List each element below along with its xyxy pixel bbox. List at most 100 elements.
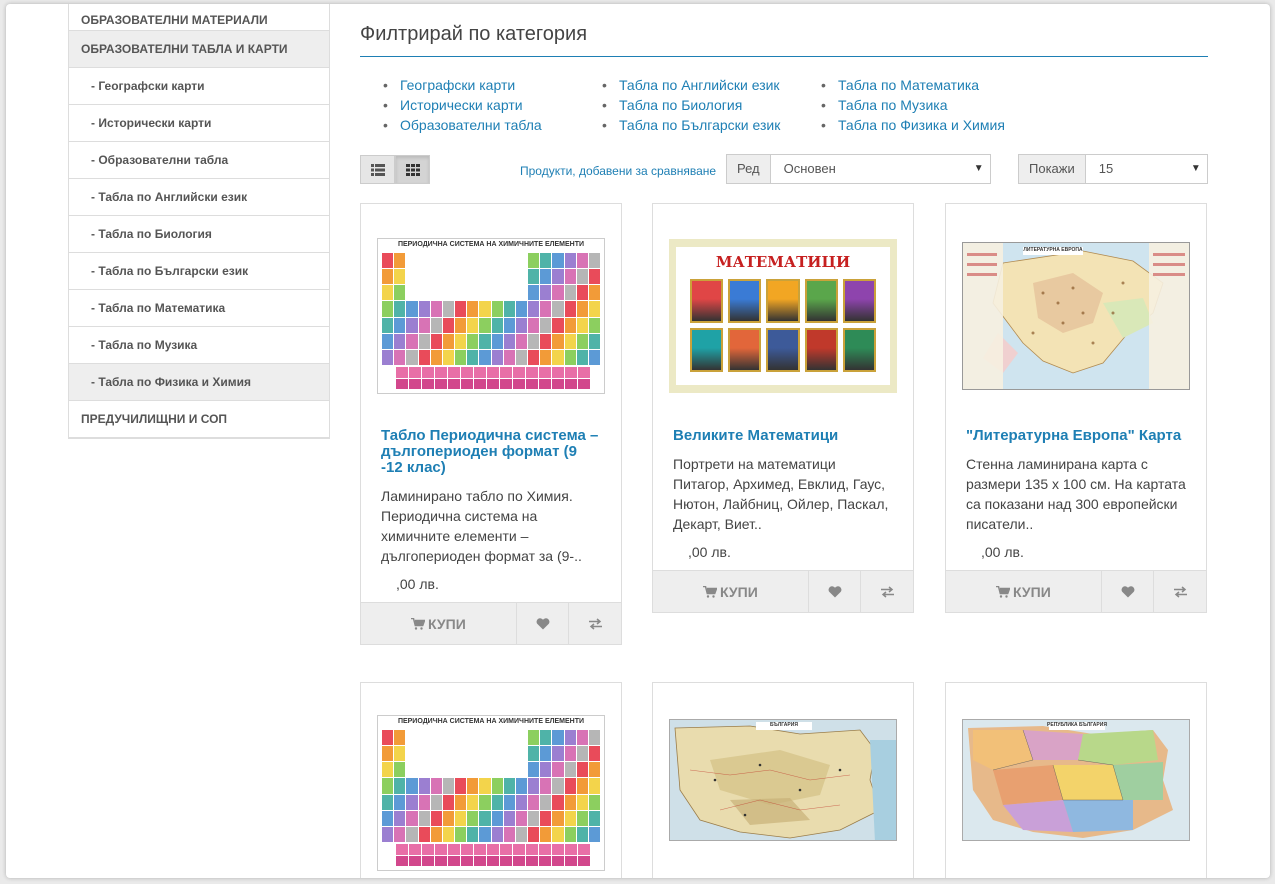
periodic-cells — [382, 253, 600, 365]
filter-link-bulgarian-boards[interactable]: Табла по Български език — [619, 117, 780, 133]
filter-item: Табла по Английски език — [601, 75, 820, 95]
element-cell — [513, 855, 525, 866]
element-cell — [443, 253, 454, 268]
limit-control: Покажи 15 ▼ — [1018, 154, 1208, 184]
sidebar-item-english-boards[interactable]: - Табла по Английски език — [69, 179, 329, 216]
product-name-link[interactable]: Табло Периодична система – дългопериоден… — [361, 428, 621, 476]
sidebar-item-boards-and-maps[interactable]: ОБРАЗОВАТЕЛНИ ТАБЛА И КАРТИ — [69, 31, 329, 68]
filter-link-english-boards[interactable]: Табла по Английски език — [619, 77, 780, 93]
element-cell — [516, 762, 527, 777]
element-cell — [394, 794, 406, 810]
element-cell — [576, 778, 588, 794]
compare-button[interactable] — [569, 603, 621, 644]
filter-link-physics-chemistry-boards[interactable]: Табла по Физика и Химия — [838, 117, 1005, 133]
element-cell — [564, 762, 576, 778]
chevron-down-icon: ▼ — [973, 163, 984, 174]
element-cell — [409, 855, 421, 866]
lanthanide-cells — [396, 844, 590, 866]
element-cell — [461, 855, 473, 866]
product-card: БЪЛГАРИЯ — [652, 682, 914, 878]
element-cell — [448, 855, 460, 866]
sidebar-item-bulgarian-boards[interactable]: - Табла по Български език — [69, 253, 329, 290]
filter-link-biology-boards[interactable]: Табла по Биология — [619, 97, 742, 113]
element-cell — [576, 333, 588, 349]
element-cell — [418, 810, 430, 826]
element-cell — [552, 778, 564, 794]
sidebar-item-historical-maps[interactable]: - Исторически карти — [69, 105, 329, 142]
sidebar-item-preschool[interactable]: ПРЕДУЧИЛИЩНИ И СОП — [69, 401, 329, 438]
element-cell — [419, 730, 430, 745]
wishlist-button[interactable] — [809, 571, 862, 612]
sidebar-item-physics-chemistry-boards[interactable]: - Табла по Физика и Химия — [69, 364, 329, 401]
product-description: Ламинирано табло по Химия. Периодична си… — [381, 488, 582, 564]
buy-button[interactable]: КУПИ — [946, 571, 1102, 612]
buy-button[interactable]: КУПИ — [361, 603, 517, 644]
sidebar-item-educational-materials[interactable]: ОБРАЗОВАТЕЛНИ МАТЕРИАЛИ — [69, 4, 329, 31]
element-cell — [382, 810, 394, 826]
portrait-grid — [690, 279, 876, 372]
element-cell — [455, 285, 466, 300]
list-view-button[interactable] — [360, 155, 395, 184]
sidebar-item-music-boards[interactable]: - Табла по Музика — [69, 327, 329, 364]
wishlist-button[interactable] — [1102, 571, 1155, 612]
element-cell — [539, 844, 551, 855]
product-name-link[interactable]: Великите Математици — [653, 428, 913, 444]
element-cell — [528, 826, 540, 842]
element-cell — [467, 285, 478, 300]
element-cell — [528, 301, 540, 317]
sort-select[interactable]: Основен ▼ — [770, 154, 991, 184]
limit-select[interactable]: 15 ▼ — [1085, 154, 1208, 184]
grid-view-button[interactable] — [395, 155, 430, 184]
product-name-link[interactable]: "Литературна Европа" Карта — [946, 428, 1206, 444]
element-cell — [540, 730, 552, 746]
element-cell — [455, 253, 466, 268]
product-image-link[interactable]: ПЕРИОДИЧНА СИСТЕМА НА ХИМИЧНИТЕ ЕЛЕМЕНТИ — [361, 683, 621, 878]
compare-button[interactable] — [861, 571, 913, 612]
compare-products-link[interactable]: Продукти, добавени за сравняване — [520, 164, 716, 178]
sidebar-item-geographic-maps[interactable]: - Географски карти — [69, 68, 329, 105]
portrait-tile — [766, 328, 800, 372]
element-cell — [576, 349, 588, 365]
filter-link-math-boards[interactable]: Табла по Математика — [838, 77, 979, 93]
sidebar-item-math-boards[interactable]: - Табла по Математика — [69, 290, 329, 327]
element-cell — [515, 810, 527, 826]
element-cell — [564, 794, 576, 810]
element-cell — [564, 253, 576, 269]
element-cell — [442, 810, 454, 826]
element-cell — [513, 367, 525, 378]
element-cell — [552, 301, 564, 317]
element-cell — [406, 730, 417, 745]
product-image-link[interactable]: РЕПУБЛИКА БЪЛГАРИЯ — [946, 683, 1206, 878]
element-cell — [394, 349, 406, 365]
element-cell — [419, 762, 430, 777]
buy-button[interactable]: КУПИ — [653, 571, 809, 612]
portrait-tile — [804, 328, 838, 372]
product-image-link[interactable]: ЛИТЕРАТУРНА ЕВРОПА — [946, 204, 1206, 428]
product-image-link[interactable]: ПЕРИОДИЧНА СИСТЕМА НА ХИМИЧНИТЕ ЕЛЕМЕНТИ — [361, 204, 621, 428]
sidebar-item-educational-boards[interactable]: - Образователни табла — [69, 142, 329, 179]
image-title: РЕПУБЛИКА БЪЛГАРИЯ — [1047, 722, 1107, 728]
filter-link-geographic-maps[interactable]: Географски карти — [400, 77, 515, 93]
element-cell — [431, 285, 442, 300]
sidebar-item-biology-boards[interactable]: - Табла по Биология — [69, 216, 329, 253]
element-cell — [528, 794, 540, 810]
wishlist-button[interactable] — [517, 603, 570, 644]
element-cell — [479, 730, 490, 745]
element-cell — [479, 349, 491, 365]
product-image-link[interactable]: БЪЛГАРИЯ — [653, 683, 913, 878]
element-cell — [516, 269, 527, 284]
filter-link-historical-maps[interactable]: Исторически карти — [400, 97, 523, 113]
product-image-link[interactable]: МАТЕМАТИЦИ — [653, 204, 913, 428]
element-cell — [479, 826, 491, 842]
cart-icon — [411, 617, 426, 630]
exchange-icon — [1173, 585, 1187, 598]
element-cell — [588, 794, 600, 810]
element-cell — [443, 269, 454, 284]
element-cell — [443, 730, 454, 745]
filter-link-music-boards[interactable]: Табла по Музика — [838, 97, 947, 113]
filter-link-educational-boards[interactable]: Образователни табла — [400, 117, 542, 133]
element-cell — [504, 253, 515, 268]
element-cell — [492, 269, 503, 284]
compare-button[interactable] — [1154, 571, 1206, 612]
element-cell — [491, 301, 503, 317]
